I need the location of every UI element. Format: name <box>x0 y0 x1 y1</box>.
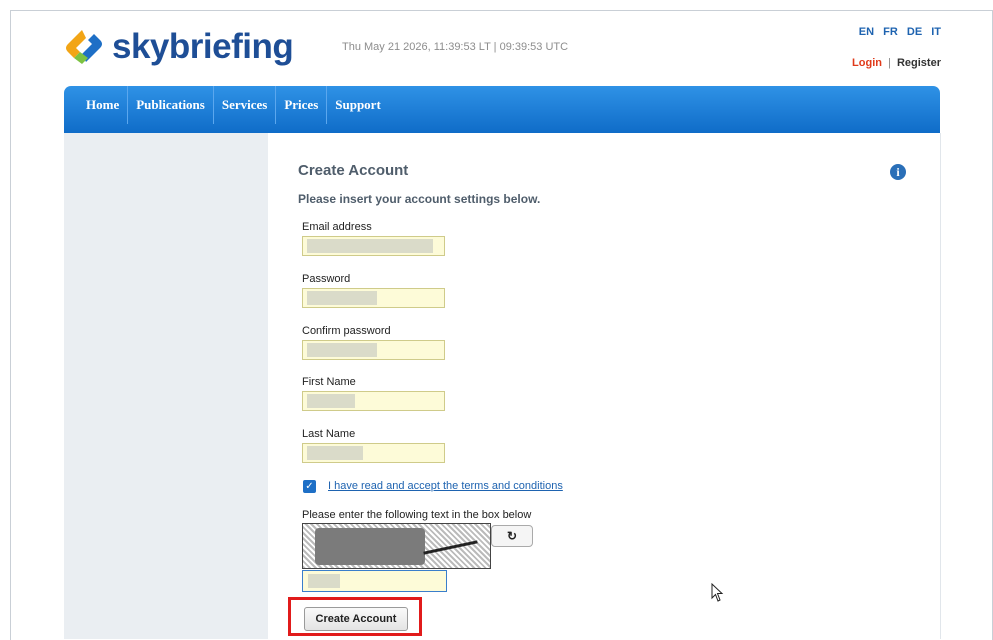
main-navbar: Home Publications Services Prices Suppor… <box>64 86 940 133</box>
brand-name: skybriefing <box>112 26 294 66</box>
captcha-label: Please enter the following text in the b… <box>302 509 532 521</box>
confirm-password-field[interactable] <box>302 340 445 360</box>
redacted-value <box>308 574 340 588</box>
email-field[interactable] <box>302 236 445 256</box>
nav-home[interactable]: Home <box>75 86 129 124</box>
current-datetime: Thu May 21 2026, 11:39:53 LT | 09:39:53 … <box>342 41 569 53</box>
redacted-value <box>307 394 355 408</box>
logo-mark-icon <box>66 30 102 64</box>
login-link[interactable]: Login <box>852 57 882 69</box>
left-sidebar <box>64 133 268 639</box>
auth-links: Login | Register <box>852 57 941 69</box>
page-title: Create Account <box>298 162 409 179</box>
captcha-redacted <box>315 528 425 565</box>
refresh-icon[interactable]: ↻ <box>491 525 533 547</box>
lang-fr[interactable]: FR <box>883 26 898 38</box>
brand-logo[interactable]: skybriefing <box>62 26 294 66</box>
language-switcher: EN FR DE IT <box>853 26 941 38</box>
redacted-value <box>307 343 377 357</box>
terms-link[interactable]: I have read and accept the terms and con… <box>328 480 563 492</box>
redacted-value <box>307 239 433 253</box>
create-account-button[interactable]: Create Account <box>304 607 408 631</box>
captcha-image <box>302 523 491 569</box>
first-name-label: First Name <box>302 376 356 388</box>
redacted-value <box>307 446 363 460</box>
nav-services[interactable]: Services <box>214 86 277 124</box>
auth-separator: | <box>888 57 891 69</box>
last-name-field[interactable] <box>302 443 445 463</box>
password-field[interactable] <box>302 288 445 308</box>
last-name-label: Last Name <box>302 428 356 440</box>
lang-de[interactable]: DE <box>907 26 922 38</box>
captcha-input[interactable] <box>302 570 447 592</box>
redacted-value <box>307 291 377 305</box>
password-label: Password <box>302 273 351 285</box>
checkbox-checked-icon[interactable]: ✓ <box>303 480 316 493</box>
confirm-password-label: Confirm password <box>302 325 391 337</box>
info-icon[interactable]: i <box>890 164 906 180</box>
register-link[interactable]: Register <box>897 57 941 69</box>
nav-prices[interactable]: Prices <box>276 86 328 124</box>
first-name-field[interactable] <box>302 391 445 411</box>
nav-support[interactable]: Support <box>327 86 389 124</box>
lang-en[interactable]: EN <box>859 26 874 38</box>
captcha-noise-line <box>423 540 478 555</box>
mouse-cursor-icon <box>711 583 724 602</box>
page-subtitle: Please insert your account settings belo… <box>298 192 541 206</box>
nav-publications[interactable]: Publications <box>128 86 214 124</box>
lang-it[interactable]: IT <box>931 26 941 38</box>
email-label: Email address <box>302 221 372 233</box>
